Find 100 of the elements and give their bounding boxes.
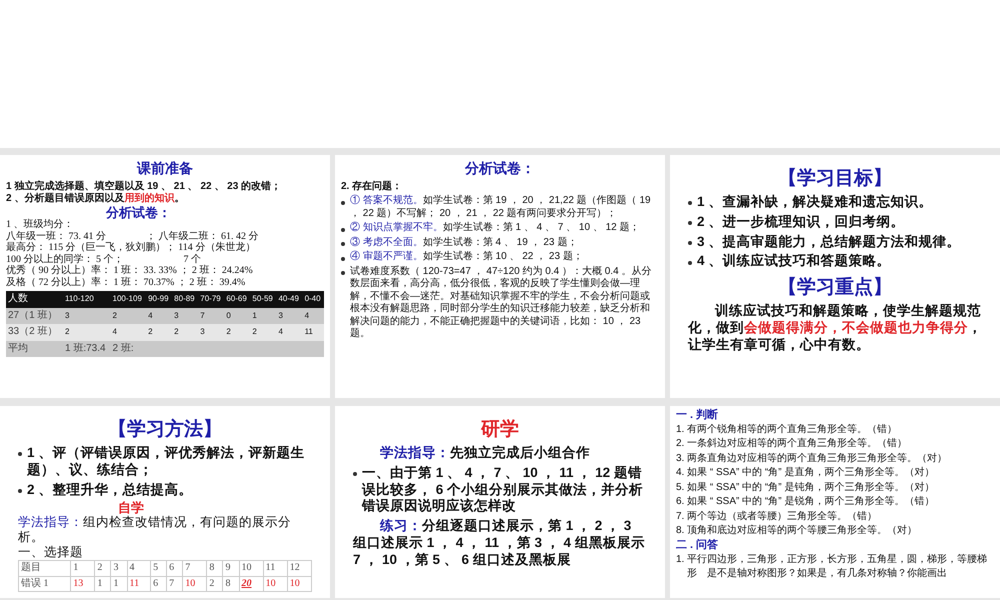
slide-title: 分析试卷： — [464, 160, 536, 178]
list-item: 5. 如果 “ SSA” 中的 “角” 是钝角，两个三角形全等。（对） — [676, 480, 936, 495]
list-item: 6. 如果 “ SSA” 中的 “角” 是锐角，两个三角形全等。（错） — [676, 495, 936, 510]
paragraph: 练习：分组逐题口述展示，第 1 ， 2 ， 3 组口述展示 1 ， 4 ， 11 ，第 3 ， 4 组黑板展示 7 ， 10 ，第 5 、 6 组口述及黑板展 — [353, 518, 646, 569]
bullet-text: ③ 考虑不全面。如学生试卷：第 4 、 19 ， 23 题； — [350, 236, 578, 249]
bullet-text: 2 、进一步梳理知识，回归考纲。 — [697, 214, 904, 230]
text-line: 及格（ 72 分以上）率： 1 班： 70.37% ； 2 班： 39.4% — [6, 276, 246, 288]
table-cell: 2 — [224, 324, 250, 341]
table-cell: 3 — [63, 308, 111, 324]
paragraph: 学法指导：先独立完成后小组合作 — [379, 444, 591, 462]
column-header: 70-79 — [198, 291, 224, 308]
slide-title: 【学习方法】 — [107, 418, 223, 442]
column-header: 2 — [94, 560, 111, 576]
bullet-text: 1 、评（评错误原因，评优秀解法，评新题生题）、议、练结合； — [27, 444, 306, 478]
slide-title: 课前准备 — [136, 160, 194, 178]
bullet-icon — [341, 228, 345, 232]
bullet-text: ④ 审题不严谨。如学生试卷：第 10 、 22 ， 23 题； — [350, 251, 583, 264]
bullet-text: 一、由于第 1 、 4 ， 7 、 10 ， 11 ， 12 题错误比较多， 6 个小组分别展示其做法，并分析错误原因说明应该怎样改 — [362, 464, 644, 516]
section-heading: 一 . 判断 — [676, 409, 720, 423]
table-cell: 10 — [263, 576, 288, 592]
table-cell: 1 班:73.4 — [63, 340, 111, 358]
list-item: 1. 有两个锐角相等的两个直角三角形全等。（错） — [676, 422, 898, 437]
column-header: 60-69 — [224, 291, 250, 308]
table-cell: 2 — [206, 576, 223, 592]
table-cell: 2 — [146, 324, 172, 341]
column-header: 110-120 — [63, 291, 111, 308]
list-item: 8. 顶角和底边对应相等的两个等腰三角形全等。（对） — [676, 524, 918, 538]
table-cell: 4 — [146, 308, 172, 324]
column-header: 0-40 — [302, 291, 324, 308]
bullet-icon — [353, 472, 357, 476]
table-cell: 1 — [94, 576, 111, 592]
column-header: 7 — [182, 560, 207, 576]
column-header: 12 — [287, 560, 312, 576]
table-cell: 20 — [239, 576, 264, 592]
column-header: 4 — [127, 560, 151, 576]
column-header: 人数 — [6, 291, 63, 308]
column-header: 1 — [70, 560, 95, 576]
slide-subtitle: 分析试卷： — [104, 206, 172, 220]
bullet-icon — [688, 260, 692, 265]
bullet-icon — [18, 488, 22, 493]
bullet-text: 试卷难度系数（ 120-73=47 ， 47÷120 约为 0.4 ）：大概 0.4 。从分数层面来看，高分高，低分很低，客观的反映了学生懂则会做—理解，不懂不会—迷茫。对基础知识掌握不牢的学生，不会分析问题或根本没有解题思路，同时部分学生的知识迁移能力较差，缺乏分析和解决问题的能力，不能正确把握题中的关键词语，比如： 10 ， 23 题。 — [350, 266, 652, 340]
table-cell: 2 — [63, 324, 111, 341]
bullet-icon — [688, 240, 692, 245]
column-header: 11 — [263, 560, 288, 576]
table-cell: 10 — [287, 576, 312, 592]
column-header: 100-109 — [110, 291, 146, 308]
column-header: 5 — [150, 560, 167, 576]
slide-title: 【学习重点】 — [777, 276, 893, 300]
table-cell: 11 — [302, 324, 324, 341]
table-cell: 3 — [172, 308, 198, 324]
bullet-icon — [341, 256, 345, 260]
table-cell: 11 — [127, 576, 151, 592]
table-cell: 3 — [276, 308, 303, 324]
table-cell: 7 — [166, 576, 183, 592]
list-item: 2. 一条斜边对应相等的两个直角三角形全等。（错） — [676, 437, 908, 452]
list-item: 4. 如果 “ SSA” 中的 “角” 是直角，两个三角形全等。（对） — [676, 466, 936, 480]
column-header: 8 — [206, 560, 223, 576]
table-cell: 1 — [250, 308, 276, 324]
text-line: 一、选择题 — [18, 545, 84, 560]
text-line: 学法指导：组内检查改错情况，有问题的展示分析。 — [18, 515, 292, 546]
list-item: 3. 两条直角边对应相等的两个直角三角形三角形全等。（对） — [676, 452, 948, 466]
bullet-icon — [341, 200, 345, 204]
table-cell: 4 — [276, 324, 303, 341]
section-heading: 二 . 问答 — [676, 538, 720, 552]
table-cell: 6 — [150, 576, 167, 592]
slide-title: 【学习目标】 — [777, 167, 893, 191]
table-cell: 3 — [198, 324, 224, 341]
table-cell: 平均 — [6, 340, 63, 358]
table-cell: 2 — [110, 308, 146, 324]
column-header: 6 — [166, 560, 183, 576]
table-cell: 0 — [224, 308, 250, 324]
slide-title: 研学 — [480, 418, 520, 442]
text-line: 2. 存在问题： — [341, 180, 404, 193]
bullet-icon — [688, 221, 692, 226]
table-cell: 1 — [110, 576, 128, 592]
column-header: 题目 — [18, 560, 71, 576]
column-header: 3 — [110, 560, 128, 576]
table-cell: 27（1 班） — [6, 308, 63, 324]
text-line: 1 独立完成选择题、填空题以及 19 、 21 、 22 、 23 的改错； — [6, 180, 282, 192]
list-item: 1. 平行四边形，三角形，正方形，长方形，五角星，圆，梯形，等腰梯形 是不是轴对称图形？如果是，有几条对称轴？你能画出 — [676, 552, 988, 581]
text-line: 优秀（ 90 分以上）率： 1 班： 33. 33% ； 2 班： 24.24% — [6, 265, 254, 276]
table-cell: 错误 1 — [18, 576, 71, 592]
table-cell: 4 — [110, 324, 146, 341]
text-line: 100 分以上的同学： 5 个； 7 个 — [6, 254, 201, 265]
table-cell: 2 班: — [110, 340, 146, 358]
bullet-icon — [341, 271, 345, 275]
column-header: 50-59 — [250, 291, 276, 308]
column-header: 90-99 — [146, 291, 172, 308]
table-cell: 2 — [172, 324, 198, 341]
bullet-text: 4 、训练应试技巧和答题策略。 — [697, 253, 890, 270]
paragraph: 训练应试技巧和解题策略，使学生解题规范化，做到会做题得满分，不会做题也力争得分，让学生有章可循，心中有数。 — [688, 303, 982, 354]
column-header: 9 — [222, 560, 240, 576]
table-cell: 2 — [250, 324, 276, 341]
column-header: 10 — [239, 560, 264, 576]
bullet-text: ① 答案不规范。如学生试卷：第 19 ， 20 ， 21,22 题（作图题（ 19 ， 22 题）不写解； 20 ， 21 ， 22 题有两问要求分开写）； — [350, 195, 652, 220]
bullet-text: 1 、查漏补缺，解决疑难和遗忘知识。 — [697, 194, 932, 211]
table-cell: 8 — [222, 576, 240, 592]
slide-subtitle: 自学 — [117, 501, 145, 516]
column-header: 80-89 — [172, 291, 198, 308]
column-header: 40-49 — [276, 291, 303, 308]
